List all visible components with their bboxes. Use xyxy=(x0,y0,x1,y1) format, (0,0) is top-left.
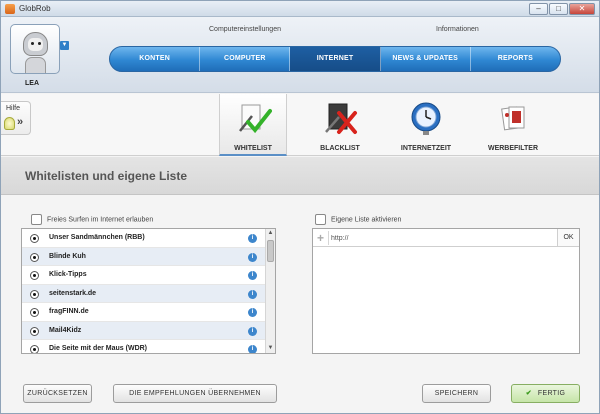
own-list-panel: + OK xyxy=(312,228,580,354)
list-item-label: Unser Sandmännchen (RBB) xyxy=(49,234,145,241)
list-item[interactable]: fragFINN.de i xyxy=(22,303,275,322)
scroll-thumb[interactable] xyxy=(267,240,274,262)
robot-eye xyxy=(38,42,41,45)
help-button[interactable]: Hilfe » xyxy=(1,101,31,135)
list-item-label: Die Seite mit der Maus (WDR) xyxy=(49,345,148,352)
tool-whitelist[interactable]: WHITELIST xyxy=(219,94,287,156)
whitelist-check-icon xyxy=(239,104,272,134)
list-item-label: seitenstark.de xyxy=(49,289,97,297)
done-button[interactable]: ✔ FERTIG xyxy=(511,384,580,403)
info-icon[interactable]: i xyxy=(248,345,257,353)
help-label: Hilfe xyxy=(6,105,21,112)
clock-icon xyxy=(411,102,441,135)
ok-button[interactable]: OK xyxy=(557,229,579,246)
own-list-label: Eigene Liste aktivieren xyxy=(331,216,402,224)
scroll-up-icon[interactable]: ▲ xyxy=(266,229,275,238)
tool-label: WERBEFILTER xyxy=(487,145,539,152)
own-list-option[interactable]: Eigene Liste aktivieren xyxy=(315,214,401,225)
info-icon[interactable]: i xyxy=(248,252,257,262)
free-surf-option[interactable]: Freies Surfen im Internet erlauben xyxy=(31,214,153,225)
list-item[interactable]: Die Seite mit der Maus (WDR) i xyxy=(22,340,275,353)
list-item-label: Mail4Kidz xyxy=(49,326,82,334)
info-icon[interactable]: i xyxy=(248,271,257,280)
list-item[interactable]: Mail4Kidz i xyxy=(22,321,275,340)
whitelist-list: Unser Sandmännchen (RBB) i Blinde Kuh i … xyxy=(21,228,276,354)
list-item[interactable]: seitenstark.de i xyxy=(22,284,275,303)
info-icon[interactable]: i xyxy=(248,234,257,243)
url-input[interactable] xyxy=(331,231,551,245)
avatar-dropdown-icon[interactable]: ▼ xyxy=(60,41,69,50)
list-item-label: Blinde Kuh xyxy=(49,252,86,260)
check-icon: ✔ xyxy=(525,390,532,397)
tool-label: INTERNETZEIT xyxy=(400,145,452,152)
radio-button[interactable] xyxy=(30,345,39,353)
robot-body xyxy=(25,57,46,73)
info-icon[interactable]: i xyxy=(248,326,257,336)
tool-label: WHITELIST xyxy=(234,145,272,152)
apply-recommendations-button[interactable]: DIE EMPFEHLUNGEN ÜBERNEHMEN xyxy=(113,384,277,403)
minimize-button[interactable]: – xyxy=(529,3,548,15)
lightbulb-icon xyxy=(4,117,15,130)
content-area: Freies Surfen im Internet erlauben Eigen… xyxy=(1,196,599,413)
radio-button[interactable] xyxy=(30,326,39,336)
list-item-label: Klick-Tipps xyxy=(49,271,87,278)
blacklist-x-icon xyxy=(325,103,357,134)
free-surf-checkbox[interactable] xyxy=(31,214,42,225)
own-list-checkbox[interactable] xyxy=(315,214,326,225)
list-item[interactable]: Klick-Tipps i xyxy=(22,266,275,285)
window-controls: – □ ✕ xyxy=(529,3,595,15)
radio-button[interactable] xyxy=(30,289,39,299)
list-scrollbar[interactable]: ▲ ▼ xyxy=(265,229,275,353)
free-surf-label: Freies Surfen im Internet erlauben xyxy=(47,216,154,224)
reset-button[interactable]: ZURÜCKSETZEN xyxy=(23,384,92,403)
sub-toolbar: Hilfe » WHITELIST BLACKLIST INTERNETZEIT… xyxy=(1,94,599,156)
close-button[interactable]: ✕ xyxy=(569,3,595,15)
info-icon[interactable]: i xyxy=(248,289,257,299)
url-entry-bar: + OK xyxy=(313,229,579,247)
radio-button[interactable] xyxy=(30,234,39,243)
header: ▼ LEA Computereinstellungen Informatione… xyxy=(1,17,599,93)
nav-group-label: Informationen xyxy=(436,26,479,33)
scroll-down-icon[interactable]: ▼ xyxy=(266,344,275,353)
robot-eye xyxy=(31,42,34,45)
radio-button[interactable] xyxy=(30,252,39,262)
title-bar: GlobRob – □ ✕ xyxy=(1,1,599,17)
section-heading: Whitelisten und eigene Liste xyxy=(1,157,599,195)
app-window: GlobRob – □ ✕ ▼ LEA Computereinstellunge… xyxy=(0,0,600,414)
radio-button[interactable] xyxy=(30,271,39,280)
tab-computer[interactable]: COMPUTER xyxy=(200,47,291,71)
expand-arrow-icon: » xyxy=(17,116,24,128)
tab-news-updates[interactable]: NEWS & UPDATES xyxy=(381,47,471,71)
window-title: GlobRob xyxy=(19,4,51,13)
app-icon xyxy=(5,4,15,14)
user-name: LEA xyxy=(25,80,39,87)
tool-label: BLACKLIST xyxy=(320,145,360,152)
info-icon[interactable]: i xyxy=(248,308,257,317)
maximize-button[interactable]: □ xyxy=(549,3,568,15)
list-item-label: fragFINN.de xyxy=(49,308,89,315)
tool-internetzeit[interactable]: INTERNETZEIT xyxy=(392,94,460,156)
radio-button[interactable] xyxy=(30,308,39,317)
cards-icon xyxy=(501,106,525,131)
save-button[interactable]: SPEICHERN xyxy=(422,384,491,403)
divider xyxy=(328,231,329,245)
main-nav: KONTEN COMPUTER INTERNET NEWS & UPDATES … xyxy=(109,46,561,72)
tab-internet[interactable]: INTERNET xyxy=(290,47,381,71)
robot-face xyxy=(28,38,43,51)
done-label: FERTIG xyxy=(537,390,566,397)
tab-konten[interactable]: KONTEN xyxy=(110,47,201,71)
tool-werbefilter[interactable]: WERBEFILTER xyxy=(479,94,547,156)
section-title: Whitelisten und eigene Liste xyxy=(25,169,188,183)
list-item[interactable]: Unser Sandmännchen (RBB) i xyxy=(22,229,275,248)
tool-blacklist[interactable]: BLACKLIST xyxy=(306,94,374,156)
add-icon[interactable]: + xyxy=(317,231,324,245)
nav-group-label: Computereinstellungen xyxy=(209,26,281,33)
tab-reports[interactable]: REPORTS xyxy=(471,47,560,71)
avatar[interactable] xyxy=(10,24,60,74)
list-item[interactable]: Blinde Kuh i xyxy=(22,247,275,266)
